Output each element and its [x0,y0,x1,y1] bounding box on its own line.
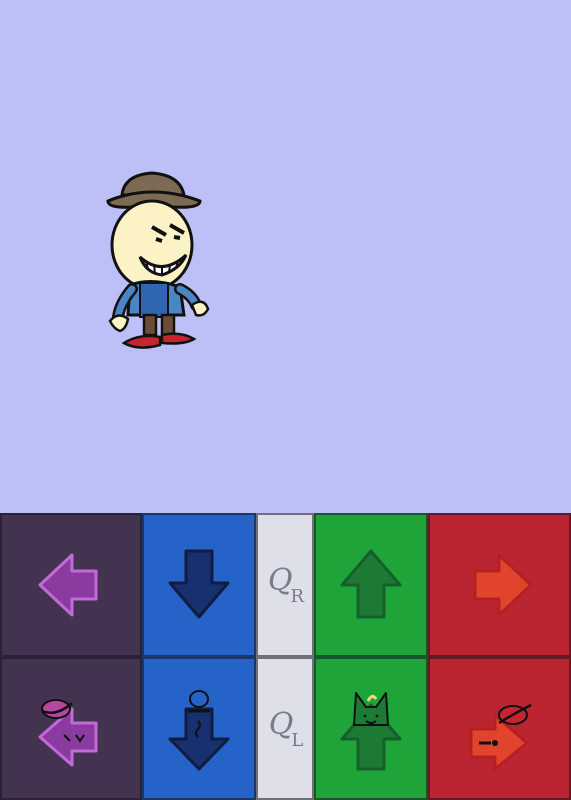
left-button[interactable] [0,513,142,657]
right-arrow-with-hat-icon [469,703,532,770]
down-arrow-with-figure-icon [168,689,230,770]
game-stage [0,0,571,513]
player-character [106,171,210,349]
right-button[interactable] [428,513,571,657]
up-alt-button[interactable] [314,657,428,800]
quick-left-label: QL [268,706,304,751]
right-arrow-icon [473,553,532,617]
quick-left-button[interactable]: QL [256,657,314,800]
left-arrow-with-hat-icon [38,698,98,766]
left-alt-button[interactable] [0,657,142,800]
down-arrow-icon [168,549,230,619]
up-button[interactable] [314,513,428,657]
up-arrow-with-cat-icon [340,691,402,770]
down-alt-button[interactable] [142,657,256,800]
quick-right-label: QR [267,563,304,607]
up-arrow-icon [340,549,402,619]
dpad-controls: QR QL [0,513,571,800]
right-alt-button[interactable] [428,657,571,800]
quick-right-button[interactable]: QR [256,513,314,657]
down-button[interactable] [142,513,256,657]
left-arrow-icon [38,553,98,617]
